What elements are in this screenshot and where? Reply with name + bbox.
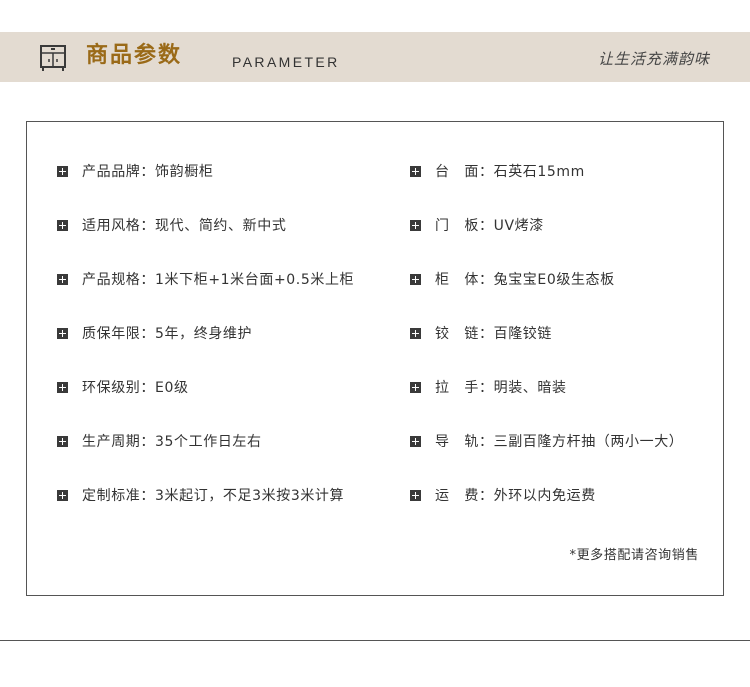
spec-label-char: 柜 [435,272,450,288]
section-title: 商品参数 [86,43,183,68]
spec-value: 外环以内免运费 [493,488,596,504]
spec-row: 门板： UV烤漆 [410,214,544,236]
plus-icon [410,327,421,339]
spec-label: 铰链 [435,323,479,343]
plus-icon [57,273,68,285]
spec-label: 柜体 [435,269,479,289]
spec-colon: ： [140,164,156,180]
spec-label: 质保年限 [82,326,141,342]
spec-row: 定制标准： 3米起订，不足3米按3米计算 [57,484,344,506]
spec-row: 导轨：三副百隆方杆抽（两小一大） [410,430,683,452]
plus-icon [57,489,68,501]
spec-colon: ： [479,272,494,288]
sales-note: *更多搭配请咨询销售 [569,548,699,563]
spec-row: 适用风格：现代、简约、新中式 [57,214,286,236]
plus-icon [410,435,421,447]
spec-value: 5年，终身维护 [155,326,253,342]
spec-value: 石英石15mm [493,164,585,180]
spec-row: 产品品牌：饰韵橱柜 [57,160,213,182]
spec-label: 生产周期 [82,434,141,450]
spec-colon: ： [140,272,156,288]
spec-colon: ： [479,164,494,180]
spec-row: 运费：外环以内免运费 [410,484,596,506]
spec-label-char: 门 [435,218,450,234]
spec-label-char: 导 [435,434,450,450]
spec-value: E0级 [155,380,189,396]
spec-label-char: 板 [464,218,479,234]
parameter-panel: 产品品牌：饰韵橱柜 适用风格：现代、简约、新中式 产品规格： 1米下柜+1米台面+… [26,121,724,596]
spec-colon: ： [479,218,494,234]
spec-colon: ： [140,488,156,504]
plus-icon [410,489,421,501]
spec-label: 环保级别 [82,380,141,396]
spec-row: 台面：石英石15mm [410,160,585,182]
spec-row: 产品规格： 1米下柜+1米台面+0.5米上柜 [57,268,354,290]
plus-icon [57,165,68,177]
spec-row: 生产周期： 35个工作日左右 [57,430,262,452]
spec-colon: ： [479,380,494,396]
header-band: 商品参数 PARAMETER 让生活充满韵味 [0,32,750,82]
slogan: 让生活充满韵味 [597,50,710,68]
spec-label: 门板 [435,215,479,235]
cabinet-icon [40,45,66,71]
plus-icon [57,327,68,339]
plus-icon [410,165,421,177]
plus-icon [57,435,68,447]
divider [0,640,750,641]
spec-value: 百隆铰链 [493,326,553,342]
spec-label-char: 体 [464,272,479,288]
spec-value: 三副百隆方杆抽（两小一大） [493,434,684,450]
spec-colon: ： [140,434,156,450]
spec-label-char: 手 [464,380,479,396]
spec-colon: ： [479,434,494,450]
spec-label-char: 运 [435,488,450,504]
spec-label-char: 费 [464,488,479,504]
spec-label: 产品品牌 [82,164,141,180]
spec-label: 定制标准 [82,488,141,504]
spec-value: 兔宝宝E0级生态板 [493,272,615,288]
spec-row: 铰链：百隆铰链 [410,322,552,344]
spec-colon: ： [140,218,156,234]
spec-colon: ： [479,488,494,504]
spec-colon: ： [479,326,494,342]
spec-row: 环保级别： E0级 [57,376,189,398]
spec-value: 35个工作日左右 [155,434,262,450]
spec-label: 适用风格 [82,218,141,234]
spec-label-char: 台 [435,164,450,180]
spec-label-char: 链 [464,326,479,342]
spec-value: 1米下柜+1米台面+0.5米上柜 [155,272,355,288]
spec-value: 现代、简约、新中式 [155,218,287,234]
spec-colon: ： [140,380,156,396]
plus-icon [410,381,421,393]
spec-value: 明装、暗装 [493,380,567,396]
spec-row: 质保年限： 5年，终身维护 [57,322,252,344]
plus-icon [57,219,68,231]
spec-row: 柜体：兔宝宝E0级生态板 [410,268,615,290]
plus-icon [57,381,68,393]
spec-row: 拉手：明装、暗装 [410,376,567,398]
plus-icon [410,273,421,285]
spec-label: 产品规格 [82,272,141,288]
spec-label-char: 轨 [464,434,479,450]
spec-value: 3米起订，不足3米按3米计算 [155,488,345,504]
section-subtitle: PARAMETER [232,54,340,70]
spec-label-char: 面 [464,164,479,180]
spec-label: 拉手 [435,377,479,397]
spec-value: 饰韵橱柜 [155,164,214,180]
spec-label: 运费 [435,485,479,505]
spec-label-char: 拉 [435,380,450,396]
plus-icon [410,219,421,231]
spec-value: UV烤漆 [493,218,544,234]
spec-label-char: 铰 [435,326,450,342]
spec-label: 导轨 [435,431,479,451]
spec-colon: ： [140,326,156,342]
spec-label: 台面 [435,161,479,181]
